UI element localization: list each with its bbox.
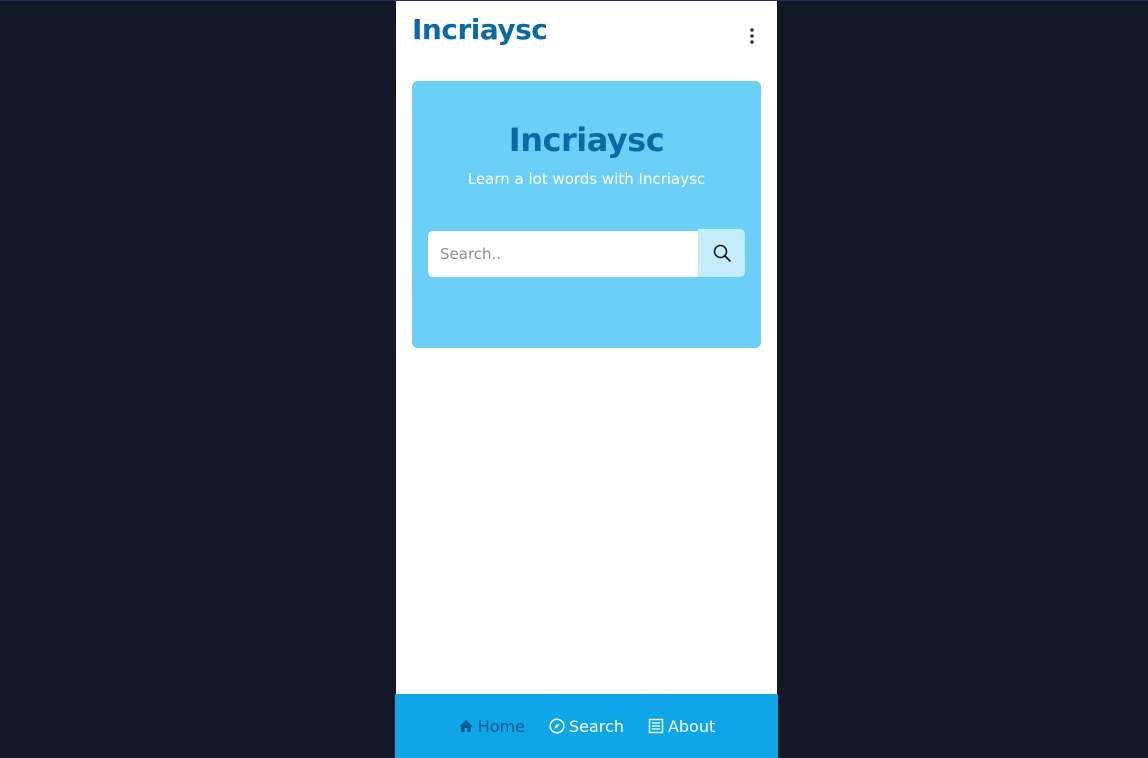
nav-item-label: Search [568, 716, 624, 736]
search-icon [713, 244, 731, 262]
bottom-navigation: Home Search About [395, 694, 778, 758]
mobile-viewport: Incriaysc Incriaysc Learn a lot words wi… [395, 1, 778, 758]
nav-item-label: About [667, 716, 716, 736]
more-vertical-icon [750, 28, 754, 44]
hero-subtitle: Learn a lot words with Incriaysc [467, 170, 706, 188]
hero-title: Incriaysc [508, 121, 665, 159]
nav-item-about[interactable]: About [648, 717, 715, 736]
overflow-menu-button[interactable] [745, 25, 759, 47]
newspaper-icon [648, 718, 664, 734]
nav-item-label: Home [477, 716, 525, 736]
nav-item-home[interactable]: Home [458, 717, 525, 736]
compass-icon [549, 718, 565, 734]
app-bar: Incriaysc [396, 1, 777, 65]
home-icon [458, 720, 473, 732]
hero-card: Incriaysc Learn a lot words with Incriay… [412, 81, 761, 348]
brand-logo[interactable]: Incriaysc [412, 13, 548, 46]
search-button[interactable] [698, 229, 745, 277]
nav-item-search[interactable]: Search [549, 717, 624, 736]
search-input[interactable] [428, 231, 698, 277]
